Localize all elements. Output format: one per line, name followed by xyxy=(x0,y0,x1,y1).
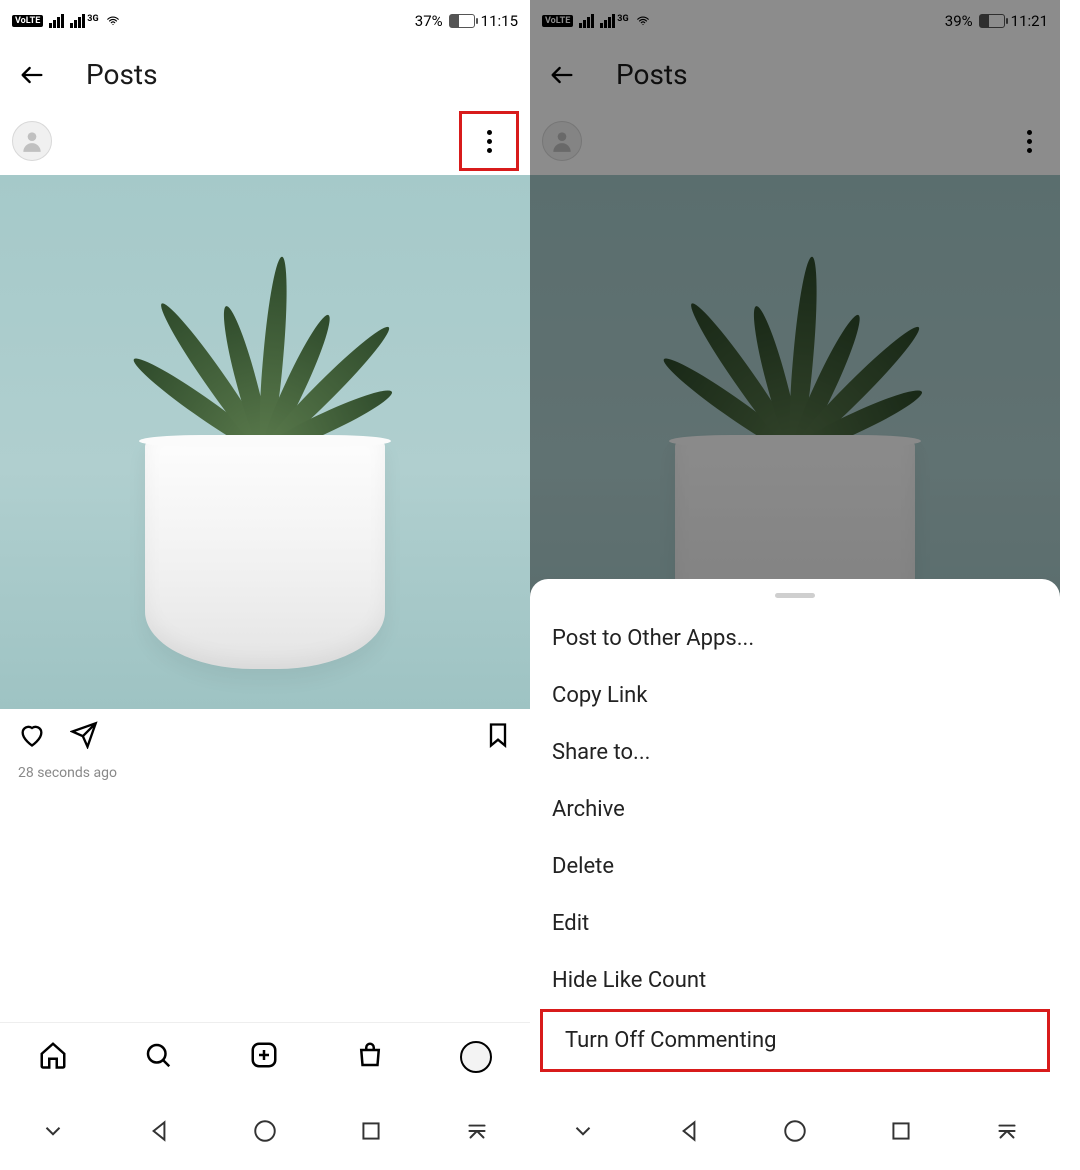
wifi-icon xyxy=(105,14,121,28)
sheet-item-post-other-apps[interactable]: Post to Other Apps... xyxy=(530,610,1060,667)
like-button[interactable] xyxy=(18,721,46,753)
nav-back-icon[interactable] xyxy=(676,1118,702,1144)
volte-badge: VoLTE xyxy=(542,15,573,27)
sheet-item-copy-link[interactable]: Copy Link xyxy=(530,667,1060,724)
sheet-item-turn-off-commenting[interactable]: Turn Off Commenting xyxy=(540,1009,1050,1072)
system-nav xyxy=(530,1092,1060,1170)
nav-home-icon[interactable] xyxy=(782,1118,808,1144)
post-actions xyxy=(0,709,530,765)
signal-icon xyxy=(49,14,64,28)
save-button[interactable] xyxy=(484,721,512,753)
bookmark-icon xyxy=(484,721,512,749)
system-nav xyxy=(0,1092,530,1170)
more-options-button[interactable] xyxy=(1010,122,1048,160)
heart-icon xyxy=(18,721,46,749)
nav-dropdown-icon[interactable] xyxy=(40,1118,66,1144)
sheet-item-archive[interactable]: Archive xyxy=(530,781,1060,838)
page-title: Posts xyxy=(86,58,158,91)
battery-percent: 37% xyxy=(415,12,443,30)
nav-recent-icon[interactable] xyxy=(888,1118,914,1144)
sheet-item-share-to[interactable]: Share to... xyxy=(530,724,1060,781)
shop-icon xyxy=(355,1040,385,1070)
signal-icon-2 xyxy=(70,14,85,28)
right-screenshot: VoLTE 3G 39% 11:21 Posts xyxy=(530,0,1060,1170)
plant-illustration xyxy=(645,251,945,451)
more-icon xyxy=(1027,130,1032,153)
nav-recent-icon[interactable] xyxy=(358,1118,384,1144)
nav-menu-icon[interactable] xyxy=(464,1118,490,1144)
back-icon[interactable] xyxy=(18,61,46,89)
network-label: 3G xyxy=(617,14,628,24)
battery-icon xyxy=(979,14,1005,28)
post-header xyxy=(0,107,530,175)
tab-search[interactable] xyxy=(143,1040,173,1074)
options-bottom-sheet: Post to Other Apps... Copy Link Share to… xyxy=(530,579,1060,1092)
volte-badge: VoLTE xyxy=(12,15,43,27)
more-icon xyxy=(487,130,492,153)
search-icon xyxy=(143,1040,173,1070)
page-title: Posts xyxy=(616,58,688,91)
left-screenshot: VoLTE 3G 37% 11:15 Posts xyxy=(0,0,530,1170)
tab-bar xyxy=(0,1022,530,1090)
nav-dropdown-icon[interactable] xyxy=(570,1118,596,1144)
post-image[interactable] xyxy=(0,175,530,709)
add-icon xyxy=(249,1040,279,1070)
plant-illustration xyxy=(115,251,415,451)
clock: 11:21 xyxy=(1011,12,1048,30)
send-button[interactable] xyxy=(70,721,98,753)
tab-profile[interactable] xyxy=(460,1041,492,1073)
sheet-item-edit[interactable]: Edit xyxy=(530,895,1060,952)
back-icon[interactable] xyxy=(548,61,576,89)
signal-icon-2 xyxy=(600,14,615,28)
nav-home-icon[interactable] xyxy=(252,1118,278,1144)
avatar[interactable] xyxy=(12,121,52,161)
nav-back-icon[interactable] xyxy=(146,1118,172,1144)
battery-percent: 39% xyxy=(945,12,973,30)
app-header: Posts xyxy=(0,42,530,107)
pot-illustration xyxy=(145,439,385,669)
profile-icon xyxy=(460,1041,492,1073)
network-label: 3G xyxy=(87,14,98,24)
more-options-button[interactable] xyxy=(460,112,518,170)
post-timestamp: 28 seconds ago xyxy=(0,765,530,781)
home-icon xyxy=(38,1040,68,1070)
tab-home[interactable] xyxy=(38,1040,68,1074)
app-header: Posts xyxy=(530,42,1060,107)
status-bar: VoLTE 3G 37% 11:15 xyxy=(0,0,530,42)
signal-icon xyxy=(579,14,594,28)
battery-icon xyxy=(449,14,475,28)
send-icon xyxy=(70,721,98,749)
wifi-icon xyxy=(635,14,651,28)
tab-create[interactable] xyxy=(249,1040,279,1074)
avatar[interactable] xyxy=(542,121,582,161)
sheet-item-hide-like-count[interactable]: Hide Like Count xyxy=(530,952,1060,1009)
post-header xyxy=(530,107,1060,175)
nav-menu-icon[interactable] xyxy=(994,1118,1020,1144)
clock: 11:15 xyxy=(481,12,518,30)
sheet-handle[interactable] xyxy=(775,593,815,598)
tab-shop[interactable] xyxy=(355,1040,385,1074)
sheet-item-delete[interactable]: Delete xyxy=(530,838,1060,895)
status-bar: VoLTE 3G 39% 11:21 xyxy=(530,0,1060,42)
